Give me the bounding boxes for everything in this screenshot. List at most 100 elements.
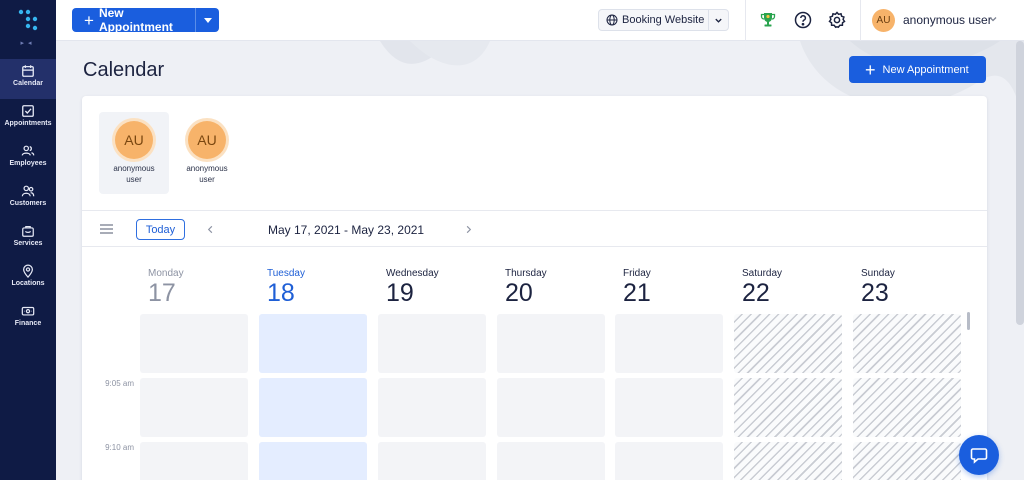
day-name: Friday xyxy=(623,268,651,279)
sidebar-item-finance[interactable]: Finance xyxy=(0,299,56,339)
new-appointment-button[interactable]: + New Appointment xyxy=(72,6,195,34)
sidebar-item-calendar[interactable]: Calendar xyxy=(0,59,56,99)
day-number: 20 xyxy=(505,279,533,307)
day-name: Thursday xyxy=(505,268,547,279)
plus-icon: + xyxy=(84,10,94,30)
day-number: 21 xyxy=(623,279,651,307)
day-header-friday: Friday 21 xyxy=(623,268,732,307)
day-name: Sunday xyxy=(861,268,895,279)
employee-filter-item[interactable]: AU anonymous user xyxy=(172,112,242,194)
day-name: Wednesday xyxy=(386,268,439,279)
today-button[interactable]: Today xyxy=(136,219,185,240)
day-header-thursday: Thursday 20 xyxy=(505,268,614,307)
time-slot[interactable] xyxy=(140,314,248,373)
sidebar-item-customers[interactable]: Customers xyxy=(0,179,56,219)
sidebar: ▸◂ Calendar Appointments Employees Custo… xyxy=(0,0,56,480)
trophy-icon[interactable] xyxy=(758,10,778,30)
chat-icon xyxy=(970,448,988,464)
employee-name: anonymous user xyxy=(113,164,155,184)
sidebar-item-label: Calendar xyxy=(13,80,43,87)
topbar-divider xyxy=(745,0,746,41)
time-label: 9:05 am xyxy=(105,379,134,388)
caret-down-icon xyxy=(203,17,212,23)
employee-name: anonymous user xyxy=(186,164,228,184)
user-name[interactable]: anonymous user xyxy=(903,13,992,27)
day-number: 18 xyxy=(267,279,295,307)
sidebar-item-services[interactable]: Services xyxy=(0,219,56,259)
menu-icon[interactable] xyxy=(100,224,113,234)
sidebar-item-label: Appointments xyxy=(4,120,52,127)
customers-icon xyxy=(21,185,35,197)
next-week-icon[interactable] xyxy=(464,225,473,234)
sidebar-item-appointments[interactable]: Appointments xyxy=(0,99,56,139)
new-appointment-dropdown-toggle[interactable] xyxy=(195,8,219,32)
plus-icon: + xyxy=(865,59,876,80)
sidebar-collapse-toggle[interactable]: ▸◂ xyxy=(0,39,56,47)
divider xyxy=(82,246,987,247)
checkbox-icon xyxy=(22,105,34,117)
time-slot[interactable] xyxy=(497,314,605,373)
booking-website-dropdown-toggle[interactable] xyxy=(708,10,728,30)
time-slot[interactable] xyxy=(259,442,367,480)
time-slot[interactable] xyxy=(615,378,723,437)
sidebar-item-label: Customers xyxy=(9,200,47,207)
page-scrollbar[interactable] xyxy=(1016,41,1024,325)
time-slot[interactable] xyxy=(497,378,605,437)
time-slot[interactable] xyxy=(378,442,486,480)
employees-icon xyxy=(21,145,35,156)
employee-filter-item[interactable]: AU anonymous user xyxy=(99,112,169,194)
time-slot[interactable] xyxy=(378,378,486,437)
booking-website-button[interactable]: Booking Website xyxy=(598,9,729,31)
time-slot[interactable] xyxy=(259,314,367,373)
new-appointment-label: New Appointment xyxy=(882,63,969,76)
new-appointment-label: New Appointment xyxy=(98,6,173,34)
time-slot-unavailable xyxy=(734,314,842,373)
briefcase-icon xyxy=(22,226,34,237)
new-appointment-split-button: + New Appointment xyxy=(72,6,219,34)
time-slot-unavailable xyxy=(853,378,961,437)
sidebar-item-label: Locations xyxy=(11,280,45,287)
day-number: 23 xyxy=(861,279,889,307)
employee-avatar: AU xyxy=(115,121,153,159)
sidebar-item-label: Employees xyxy=(9,160,47,167)
help-icon[interactable] xyxy=(793,10,813,30)
day-header-monday: Monday 17 xyxy=(148,268,257,307)
time-slot[interactable] xyxy=(615,314,723,373)
sidebar-item-label: Services xyxy=(13,240,43,247)
time-slot-unavailable xyxy=(853,442,961,480)
settings-icon[interactable] xyxy=(827,10,847,30)
time-slot[interactable] xyxy=(140,378,248,437)
new-appointment-button[interactable]: + New Appointment xyxy=(849,56,986,83)
chevron-down-icon[interactable] xyxy=(988,14,998,24)
chat-launcher-button[interactable] xyxy=(959,435,999,475)
time-slot[interactable] xyxy=(497,442,605,480)
money-icon xyxy=(21,306,35,316)
employee-avatar: AU xyxy=(188,121,226,159)
topbar-divider xyxy=(860,0,861,41)
sidebar-item-employees[interactable]: Employees xyxy=(0,139,56,179)
time-slot[interactable] xyxy=(615,442,723,480)
booking-website-label: Booking Website xyxy=(622,14,705,26)
day-number: 17 xyxy=(148,279,176,307)
previous-week-icon[interactable] xyxy=(206,225,215,234)
map-pin-icon xyxy=(23,264,33,278)
time-slot-unavailable xyxy=(734,378,842,437)
time-slot[interactable] xyxy=(140,442,248,480)
sidebar-item-label: Finance xyxy=(14,320,42,327)
day-header-sunday: Sunday 23 xyxy=(861,268,970,307)
time-slot[interactable] xyxy=(378,314,486,373)
chevron-down-icon xyxy=(715,18,722,23)
day-number: 19 xyxy=(386,279,414,307)
calendar-scrollbar[interactable] xyxy=(967,312,970,330)
day-header-saturday: Saturday 22 xyxy=(742,268,851,307)
user-avatar[interactable]: AU xyxy=(872,9,895,32)
date-range: May 17, 2021 - May 23, 2021 xyxy=(268,223,425,237)
app-logo-icon[interactable] xyxy=(16,8,40,32)
time-slot-unavailable xyxy=(734,442,842,480)
top-bar: + New Appointment Booking Website AU ano… xyxy=(56,0,1024,41)
time-slot[interactable] xyxy=(259,378,367,437)
calendar-icon xyxy=(22,65,34,77)
divider xyxy=(82,210,987,211)
calendar-card: AU anonymous user AU anonymous user Toda… xyxy=(82,96,987,480)
sidebar-item-locations[interactable]: Locations xyxy=(0,259,56,299)
